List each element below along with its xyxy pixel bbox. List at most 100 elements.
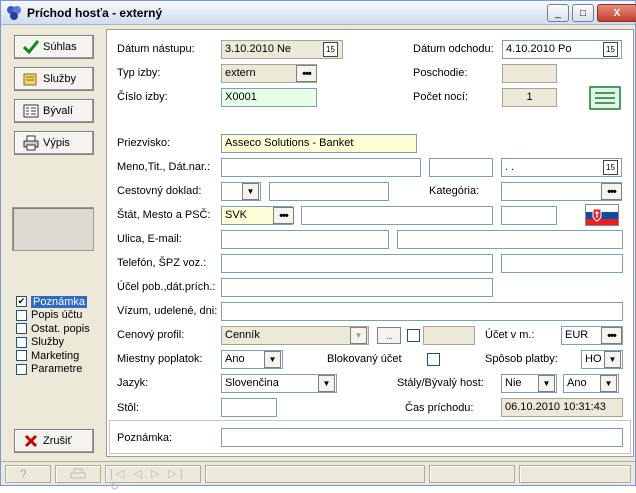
checkbox[interactable] xyxy=(16,309,27,321)
checkbox[interactable] xyxy=(16,336,27,348)
print-icon[interactable] xyxy=(70,468,86,481)
checkbox[interactable] xyxy=(16,363,27,375)
cenovy-profil-select[interactable]: Cenník xyxy=(221,326,369,345)
calendar-icon[interactable]: 15 xyxy=(603,160,618,175)
blokovany-ucet-checkbox[interactable] xyxy=(427,353,440,366)
cenovy-profil-checkbox[interactable] xyxy=(407,329,420,342)
checklist-label: Parametre xyxy=(31,363,83,376)
spz-field[interactable] xyxy=(501,254,623,273)
ucel-field[interactable] xyxy=(221,278,493,297)
psc-field[interactable] xyxy=(501,206,557,225)
vypis-button[interactable]: Výpis xyxy=(14,131,94,155)
telefon-label: Telefón, ŠPZ voz.: xyxy=(117,257,207,269)
checklist-item-popis-uctu[interactable]: Popis účtu xyxy=(16,309,90,323)
ucet-v-m-label: Účet v m.: xyxy=(485,329,535,341)
checklist-label: Poznámka xyxy=(31,295,87,308)
priezvisko-field[interactable]: Asseco Solutions - Banket xyxy=(221,134,417,153)
left-panel: Súhlas Služby Bývalí Výpis ✔ Poznámka Pop… xyxy=(6,29,102,457)
ucel-label: Účel pob.,dát.prích.: xyxy=(117,281,216,293)
mesto-field[interactable] xyxy=(301,206,493,225)
ulica-field[interactable] xyxy=(221,230,389,249)
sposob-platby-label: Spôsob platby: xyxy=(485,353,558,365)
services-icon xyxy=(23,71,39,87)
blokovany-ucet-label: Blokovaný účet xyxy=(327,353,402,365)
datum-odchodu-label: Dátum odchodu: xyxy=(413,43,494,55)
suhlas-button[interactable]: Súhlas xyxy=(14,35,94,59)
checklist-label: Ostat. popis xyxy=(31,322,90,335)
cancel-x-icon xyxy=(23,433,39,449)
cas-prichodu-field: 06.10.2010 10:31:43 xyxy=(501,398,623,417)
checkmark-icon xyxy=(23,39,39,55)
status-segment xyxy=(519,465,631,483)
help-icon[interactable]: ? xyxy=(20,467,27,481)
ulica-label: Ulica, E-mail: xyxy=(117,233,182,245)
window-title: Príchod hosťa - externý xyxy=(27,6,163,20)
kategoria-label: Kategória: xyxy=(429,185,480,197)
section-checklist: ✔ Poznámka Popis účtu Ostat. popis Služby… xyxy=(16,295,90,376)
checkbox[interactable] xyxy=(16,323,27,335)
zrusit-label: Zrušiť xyxy=(43,435,72,447)
checkbox[interactable] xyxy=(16,350,27,362)
app-icon xyxy=(7,6,21,20)
cislo-izby-label: Číslo izby: xyxy=(117,91,168,103)
stat-lookup-button[interactable]: ••• xyxy=(273,207,294,224)
datum-nastupu-label: Dátum nástupu: xyxy=(117,43,195,55)
slovak-flag-icon xyxy=(585,204,619,226)
dropdown-arrow-icon[interactable]: ▼ xyxy=(600,375,617,392)
byvali-label: Bývalí xyxy=(43,105,73,117)
cislo-izby-field[interactable]: X0001 xyxy=(221,88,317,107)
calendar-icon[interactable]: 15 xyxy=(323,42,338,57)
navigation-arrows-icon[interactable]: |◁ ◁ ▷ ▷| ↻ xyxy=(110,467,200,493)
dropdown-arrow-icon[interactable]: ▼ xyxy=(318,375,335,392)
meno-field[interactable] xyxy=(221,158,421,177)
doklad-cislo-field[interactable] xyxy=(269,182,389,201)
dropdown-arrow-icon[interactable]: ▼ xyxy=(604,351,621,368)
checklist-label: Marketing xyxy=(31,349,80,362)
jazyk-label: Jazyk: xyxy=(117,377,149,389)
meno-label: Meno,Tit., Dát.nar.: xyxy=(117,161,211,173)
kategoria-lookup-button[interactable]: ••• xyxy=(601,183,622,200)
email-field[interactable] xyxy=(397,230,623,249)
checklist-item-parametre[interactable]: Parametre xyxy=(16,363,90,377)
vypis-label: Výpis xyxy=(43,137,70,149)
stol-field[interactable] xyxy=(221,398,277,417)
stol-label: Stôl: xyxy=(117,402,140,414)
priezvisko-label: Priezvisko: xyxy=(117,137,171,149)
maximize-button[interactable]: □ xyxy=(572,4,594,22)
ucet-mena-lookup-button[interactable]: ••• xyxy=(601,327,622,344)
miestny-poplatok-label: Miestny poplatok: xyxy=(117,353,203,365)
app-window: Príchod hosťa - externý _ □ X Súhlas Slu… xyxy=(0,0,636,493)
poschodie-field xyxy=(502,64,557,83)
checklist-item-ostat-popis[interactable]: Ostat. popis xyxy=(16,322,90,336)
telefon-field[interactable] xyxy=(221,254,493,273)
cenovy-profil-more-button[interactable]: ... xyxy=(377,327,401,344)
suhlas-label: Súhlas xyxy=(43,41,77,53)
checklist-item-sluzby[interactable]: Služby xyxy=(16,336,90,350)
cestovny-doklad-label: Cestovný doklad: xyxy=(117,185,202,197)
sluzby-button[interactable]: Služby xyxy=(14,67,94,91)
dropdown-arrow-icon[interactable]: ▼ xyxy=(242,183,259,200)
minimize-button[interactable]: _ xyxy=(547,4,569,22)
close-button[interactable]: X xyxy=(597,4,636,22)
poznamka-label: Poznámka: xyxy=(117,432,173,444)
checklist-label: Popis účtu xyxy=(31,309,83,322)
zrusit-button[interactable]: Zrušiť xyxy=(14,429,94,453)
poschodie-label: Poschodie: xyxy=(413,67,468,79)
vizum-label: Vízum, udelené, dni: xyxy=(117,305,218,317)
dropdown-arrow-icon[interactable]: ▼ xyxy=(264,351,281,368)
poznamka-field[interactable] xyxy=(221,428,623,447)
dropdown-arrow-icon[interactable]: ▼ xyxy=(538,375,555,392)
titul-field[interactable] xyxy=(429,158,493,177)
checkbox[interactable]: ✔ xyxy=(16,296,27,308)
checklist-item-marketing[interactable]: Marketing xyxy=(16,349,90,363)
calendar-icon[interactable]: 15 xyxy=(603,42,618,57)
maximize-icon: □ xyxy=(579,7,587,19)
dropdown-arrow-icon[interactable]: ▼ xyxy=(350,327,367,344)
vizum-field[interactable] xyxy=(221,302,623,321)
checklist-item-poznamka[interactable]: ✔ Poznámka xyxy=(16,295,90,309)
byvali-button[interactable]: Bývalí xyxy=(14,99,94,123)
document-icon[interactable] xyxy=(589,86,621,110)
pocet-noci-field: 1 xyxy=(502,88,557,107)
status-segment xyxy=(205,465,425,483)
typ-izby-lookup-button[interactable]: ••• xyxy=(296,65,317,82)
